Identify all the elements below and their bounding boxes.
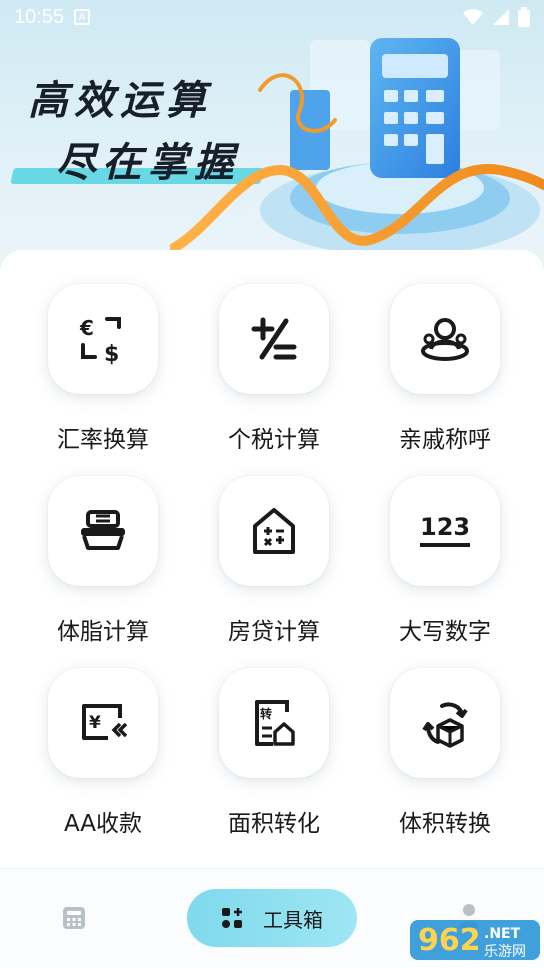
battery-icon — [518, 7, 530, 27]
tool-tile[interactable] — [219, 284, 329, 394]
tool-mortgage[interactable]: 房贷计算 — [199, 476, 349, 656]
svg-text:123: 123 — [420, 513, 470, 541]
banner: 高效运算 尽在掌握 — [0, 0, 544, 265]
tool-area-convert[interactable]: 转 面积转化 — [199, 668, 349, 848]
tool-label: 面积转化 — [228, 811, 320, 837]
tool-relatives[interactable]: 亲戚称呼 — [370, 284, 520, 464]
tool-label: AA收款 — [63, 811, 143, 837]
calculator-tab-icon[interactable] — [62, 906, 86, 930]
svg-text:962: 962 — [418, 923, 481, 958]
split-bill-icon: ¥ — [82, 704, 128, 740]
signal-icon — [493, 9, 509, 25]
tool-tile[interactable] — [390, 668, 500, 778]
area-convert-icon: 转 — [255, 700, 295, 746]
svg-text:转: 转 — [260, 706, 272, 721]
tool-tile[interactable]: € $ — [48, 284, 158, 394]
tool-label: 汇率换算 — [57, 427, 149, 453]
mortgage-house-icon — [253, 508, 295, 554]
tool-volume-convert[interactable]: 体积转换 — [370, 668, 520, 848]
volume-convert-icon — [422, 702, 468, 748]
tab-toolbox[interactable]: 工具箱 — [187, 889, 357, 947]
tool-tile[interactable]: 123 — [390, 476, 500, 586]
status-time: 10:55 — [14, 5, 65, 28]
tool-label: 体积转换 — [399, 811, 491, 837]
tool-uppercase-number[interactable]: 123 大写数字 — [370, 476, 520, 656]
tool-label: 大写数字 — [399, 619, 491, 645]
tool-tile[interactable] — [48, 476, 158, 586]
svg-text:$: $ — [104, 342, 119, 365]
toolbox-tab-icon — [222, 908, 242, 928]
tool-label: 体脂计算 — [57, 619, 149, 645]
tool-currency-exchange[interactable]: € $ 汇率换算 — [28, 284, 178, 464]
currency-exchange-icon: € $ — [79, 316, 121, 365]
status-bar: 10:55 A — [0, 0, 544, 34]
tool-label: 房贷计算 — [228, 619, 320, 645]
tools-panel: € $ 汇率换算 个税计算 亲戚称呼 体脂计算 房贷计算 123 大写数字 ¥ … — [0, 250, 544, 868]
relatives-icon — [421, 318, 469, 361]
wifi-icon — [463, 9, 483, 25]
tool-tile[interactable] — [219, 476, 329, 586]
notification-icon: A — [74, 9, 91, 25]
tool-split-bill[interactable]: ¥ AA收款 — [28, 668, 178, 848]
tool-tile[interactable]: 转 — [219, 668, 329, 778]
svg-text:.NET: .NET — [484, 926, 521, 942]
tool-body-fat[interactable]: 体脂计算 — [28, 476, 178, 656]
calculator-illustration — [170, 38, 544, 256]
tool-label: 个税计算 — [228, 427, 320, 453]
number-123-icon: 123 — [420, 513, 470, 547]
site-watermark-logo: 962 .NET 乐游网 — [410, 920, 540, 960]
tool-tile[interactable]: ¥ — [48, 668, 158, 778]
tool-label: 亲戚称呼 — [399, 427, 491, 453]
tab-toolbox-label: 工具箱 — [263, 907, 323, 932]
body-fat-scale-icon — [81, 510, 125, 550]
tool-tax-calc[interactable]: 个税计算 — [199, 284, 349, 464]
tax-calc-icon — [251, 317, 297, 360]
tool-tile[interactable] — [390, 284, 500, 394]
svg-text:乐游网: 乐游网 — [484, 944, 526, 960]
svg-text:€: € — [79, 316, 94, 340]
svg-text:¥: ¥ — [89, 713, 101, 733]
